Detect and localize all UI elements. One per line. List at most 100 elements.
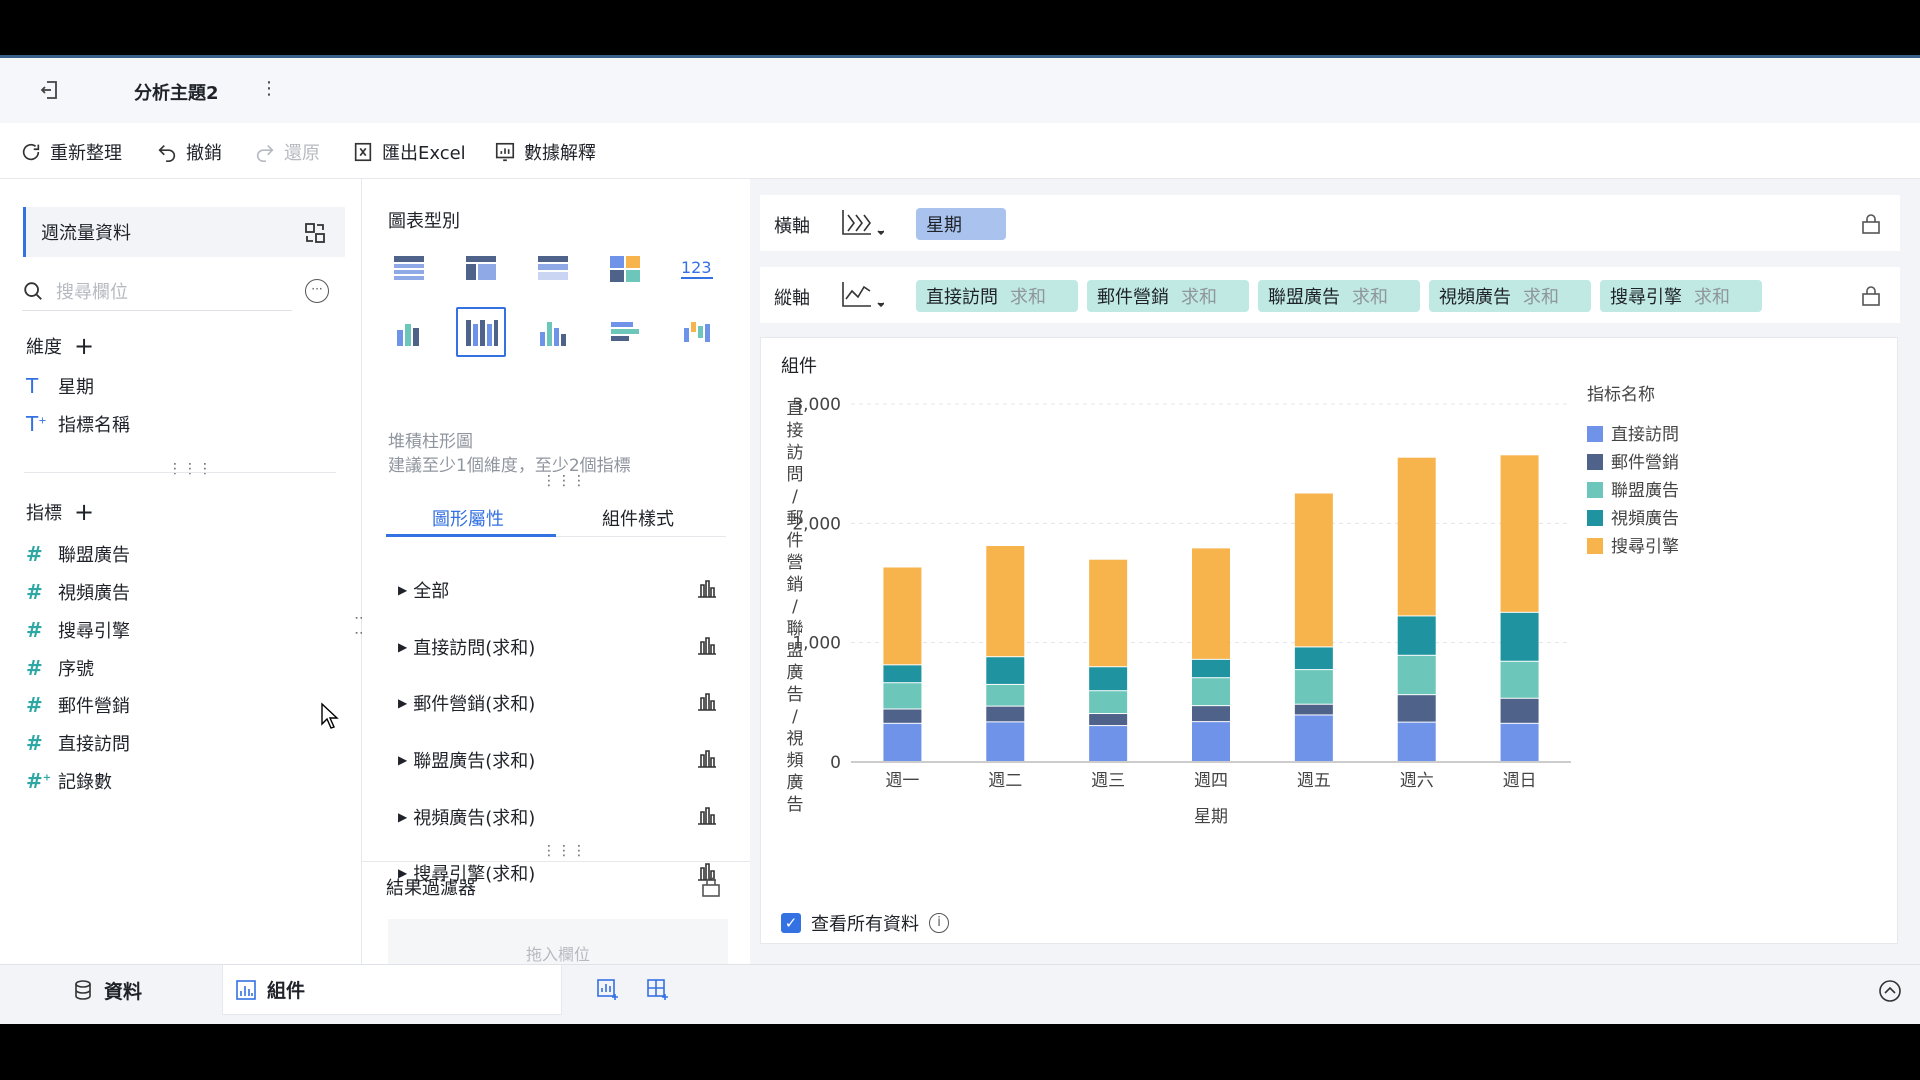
number-field-icon: #	[26, 618, 43, 642]
grouped-bar-icon[interactable]	[386, 311, 432, 355]
bar-chart-icon[interactable]	[696, 634, 718, 656]
measure-item[interactable]: # 搜尋引擎	[26, 617, 130, 643]
measure-item[interactable]: # 直接訪問	[26, 730, 130, 756]
axis-type-icon[interactable]	[840, 207, 884, 239]
switch-dataset-icon[interactable]	[303, 221, 327, 245]
prop-row[interactable]: ▶ 直接訪問(求和)	[398, 634, 718, 660]
view-all-row: ✓ 查看所有資料 i	[781, 910, 949, 936]
y-field-pill[interactable]: 郵件營銷 求和	[1087, 280, 1249, 312]
splitter-handle[interactable]: ⋮⋮⋮	[542, 473, 587, 489]
tab-widget-style[interactable]: 組件樣式	[602, 505, 674, 531]
legend-item: 聯盟廣告	[1611, 481, 1679, 501]
divider	[24, 472, 336, 473]
data-tab-label: 資料	[104, 980, 143, 1003]
data-explain-button[interactable]: 數據解釋	[494, 139, 596, 165]
chart-type-name: 堆積柱形圖	[388, 432, 473, 452]
x-tick-label: 週日	[1503, 771, 1537, 791]
crosstab-chart-icon[interactable]	[458, 247, 504, 291]
stacked-bar-icon[interactable]	[456, 307, 506, 357]
more-menu-icon[interactable]: ⋮	[260, 78, 278, 99]
add-measure-icon[interactable]: +	[74, 500, 94, 524]
measure-item[interactable]: #+ 記錄數	[26, 768, 112, 794]
collapse-up-icon[interactable]	[1878, 979, 1902, 1003]
measure-item[interactable]: # 郵件營銷	[26, 692, 130, 718]
expand-arrow-icon: ▶	[398, 753, 408, 767]
topic-title[interactable]: 分析主題2	[134, 79, 219, 105]
dataset-selector[interactable]: 週流量資料	[23, 207, 345, 257]
prop-row[interactable]: ▶ 郵件營銷(求和)	[398, 690, 718, 716]
toolbar: 重新整理 撤銷 還原 匯出Excel 數據解釋	[0, 123, 1920, 179]
prop-row[interactable]: ▶ 聯盟廣告(求和)	[398, 747, 718, 773]
prop-row[interactable]: ▶ 全部	[398, 577, 718, 603]
y-field-pill[interactable]: 視頻廣告 求和	[1429, 280, 1591, 312]
y-axis-title-char: /	[792, 707, 798, 727]
y-field-pill[interactable]: 直接訪問 求和	[916, 280, 1078, 312]
measure-item[interactable]: # 聯盟廣告	[26, 541, 130, 567]
splitter-handle[interactable]: ⋮⋮⋮	[168, 461, 213, 477]
add-widget-icon[interactable]	[596, 978, 620, 1002]
bar-segment	[1294, 704, 1333, 715]
database-icon	[75, 980, 91, 1000]
y-axis-title-char: 聯	[787, 619, 804, 639]
add-dashboard-icon[interactable]	[646, 978, 670, 1002]
active-tab-indicator	[386, 534, 556, 537]
lock-icon[interactable]	[700, 876, 722, 898]
bar-chart-icon[interactable]	[696, 577, 718, 599]
undo-button[interactable]: 撤銷	[156, 139, 222, 165]
dimension-item[interactable]: T+ 指標名稱	[26, 411, 130, 437]
measure-item[interactable]: # 序號	[26, 655, 94, 681]
prop-row[interactable]: ▶ 視頻廣告(求和)	[398, 804, 718, 830]
y-axis-title-char: 廣	[787, 773, 804, 793]
splitter-handle[interactable]: ⋮⋮⋮	[542, 843, 587, 859]
y-field-pill[interactable]: 聯盟廣告 求和	[1258, 280, 1420, 312]
widget-tab[interactable]: 組件	[222, 965, 562, 1015]
filter-drop-zone[interactable]: 拖入欄位	[388, 919, 728, 964]
bar-chart-icon[interactable]	[696, 690, 718, 712]
bar-segment	[986, 657, 1025, 684]
refresh-icon	[22, 143, 40, 161]
tab-graphic-props[interactable]: 圖形屬性	[432, 505, 504, 531]
waterfall-chart-icon[interactable]	[674, 311, 720, 355]
export-excel-button[interactable]: 匯出Excel	[352, 139, 466, 165]
y-tick-label: 0	[830, 753, 841, 773]
widget-tab-label: 組件	[267, 980, 306, 1002]
field-search-input[interactable]: 搜尋欄位	[22, 271, 292, 311]
legend-item: 郵件營銷	[1611, 453, 1679, 473]
y-field-agg: 求和	[1523, 287, 1559, 308]
widget-title: 組件	[781, 356, 817, 377]
kpi-card-icon[interactable]	[602, 247, 648, 291]
view-all-label[interactable]: 查看所有資料	[811, 910, 919, 936]
info-icon[interactable]: i	[929, 913, 949, 933]
app-window: 分析主題2 ⋮ 重新整理 撤銷 還原 匯出Excel 數據解釋 週流量資料 搜尋…	[0, 55, 1920, 1024]
measure-label: 視頻廣告	[58, 583, 130, 604]
data-explain-icon	[495, 142, 515, 162]
y-axis-title-char: 廣	[787, 663, 804, 683]
measure-item[interactable]: # 視頻廣告	[26, 579, 130, 605]
data-tab[interactable]: 資料	[72, 965, 212, 1015]
lock-icon[interactable]	[1860, 213, 1882, 235]
dimension-item[interactable]: T 星期	[26, 373, 94, 399]
column-chart-icon[interactable]	[530, 311, 576, 355]
number-card-icon[interactable]: 123	[674, 247, 720, 291]
more-options-icon[interactable]: ···	[305, 279, 329, 303]
bar-chart-icon[interactable]	[696, 747, 718, 769]
bar-segment	[1294, 670, 1333, 704]
lock-icon[interactable]	[1860, 285, 1882, 307]
y-field-agg: 求和	[1694, 287, 1730, 308]
horizontal-bar-icon[interactable]	[602, 311, 648, 355]
table-chart-icon[interactable]	[386, 247, 432, 291]
excel-icon	[354, 142, 372, 162]
bar-segment	[1192, 678, 1230, 706]
y-field-pill[interactable]: 搜尋引擎 求和	[1600, 280, 1762, 312]
view-all-checkbox[interactable]: ✓	[781, 913, 801, 933]
refresh-button[interactable]: 重新整理	[20, 139, 122, 165]
back-icon[interactable]	[38, 78, 62, 102]
y-field-agg: 求和	[1010, 287, 1046, 308]
axis-type-icon[interactable]	[840, 279, 884, 311]
bar-chart-icon[interactable]	[696, 804, 718, 826]
add-dimension-icon[interactable]: +	[74, 334, 94, 358]
x-field-pill[interactable]: 星期	[916, 208, 1006, 240]
redo-button[interactable]: 還原	[254, 139, 320, 165]
y-axis-title-char: 盟	[787, 641, 804, 661]
detail-table-icon[interactable]	[530, 247, 576, 291]
